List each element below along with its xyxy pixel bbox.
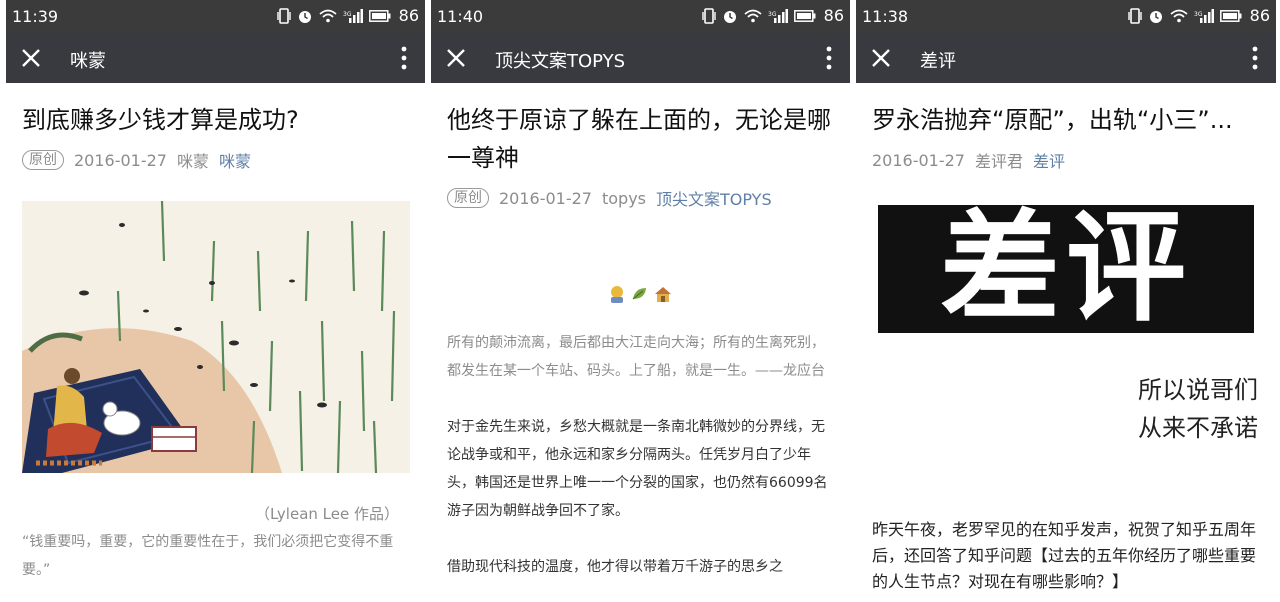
article-quote: “钱重要吗，重要，它的重要性在于，我们必须把它变得不重要。” <box>22 534 394 578</box>
phone-screen-1: 11:39 3G 86 咪蒙 到底赚多少钱才算是成功? 原创 2016-01-2… <box>6 0 425 602</box>
battery-level: 86 <box>1249 6 1270 25</box>
article-content: 罗永浩抛弃“原配”，出轨“小三”... 2016-01-27 差评君 差评 差评… <box>856 101 1276 595</box>
battery-level: 86 <box>398 6 419 25</box>
article-paragraph-2: 对于金先生来说，乡愁大概就是一条南北韩微妙的分界线，无论战争或和平，他永远和家乡… <box>447 419 828 519</box>
article-content: 到底赚多少钱才算是成功? 原创 2016-01-27 咪蒙 咪蒙 （Lylean… <box>6 101 425 584</box>
article-content: 他终于原谅了躲在上面的，无论是哪一尊神 原创 2016-01-27 topys … <box>431 101 850 581</box>
nav-title: 咪蒙 <box>70 51 106 72</box>
status-bar: 11:40 3G 86 <box>431 0 850 33</box>
house-emoji-icon <box>654 287 671 302</box>
status-bar: 11:39 3G 86 <box>6 0 425 33</box>
hero-line-2: 从来不承诺 <box>1138 414 1258 442</box>
chaping-logo-text: 差评 <box>940 199 1192 338</box>
alarm-icon <box>723 10 736 23</box>
more-options-icon[interactable] <box>1252 46 1258 70</box>
nav-bar: 咪蒙 <box>6 33 425 83</box>
more-options-icon[interactable] <box>826 46 832 70</box>
article-author: topys <box>601 188 647 208</box>
vibrate-icon <box>701 7 716 24</box>
alarm-icon <box>298 10 311 23</box>
signal-icon: 3G <box>343 8 363 23</box>
status-icons: 3G 86 <box>701 6 844 25</box>
nav-title: 差评 <box>920 51 956 72</box>
phone-screen-3: 11:38 3G 86 差评 罗永浩抛弃“原配”，出轨“小三”... 2016-… <box>856 0 1276 602</box>
battery-icon <box>368 9 391 22</box>
article-illustration <box>22 201 410 473</box>
phone-screen-2: 11:40 3G 86 顶尖文案TOPYS 他终于原谅了躲在上面的，无论是哪一尊… <box>431 0 850 602</box>
article-paragraph-3: 借助现代科技的温度，他才得以带着万千游子的思乡之 <box>447 559 783 575</box>
wifi-icon <box>319 9 337 22</box>
article-author: 差评君 <box>974 152 1023 171</box>
close-icon[interactable] <box>445 47 467 69</box>
article-meta: 原创 2016-01-27 咪蒙 咪蒙 <box>22 147 409 173</box>
account-link[interactable]: 咪蒙 <box>219 148 251 172</box>
article-date: 2016-01-27 <box>74 150 167 170</box>
status-time: 11:40 <box>437 7 484 26</box>
signal-icon: 3G <box>768 8 788 23</box>
battery-icon <box>1219 9 1242 22</box>
chaping-logo-image: 差评 <box>872 191 1260 341</box>
illustration-caption: （Lylean Lee 作品） <box>254 505 399 523</box>
more-options-icon[interactable] <box>401 46 407 70</box>
article-title: 他终于原谅了躲在上面的，无论是哪一尊神 <box>447 106 831 172</box>
status-bar: 11:38 3G 86 <box>856 0 1276 33</box>
article-meta: 原创 2016-01-27 topys 顶尖文案TOPYS <box>447 185 834 211</box>
article-date: 2016-01-27 <box>872 150 965 170</box>
alarm-icon <box>1149 10 1162 23</box>
close-icon[interactable] <box>20 47 42 69</box>
person-emoji-icon <box>611 286 624 303</box>
wifi-icon <box>1170 9 1188 22</box>
emoji-row <box>447 285 834 309</box>
article-paragraph: 昨天午夜，老罗罕见的在知乎发声，祝贺了知乎五周年后，还回答了知乎问题【过去的五年… <box>872 520 1257 591</box>
leaves-emoji-icon <box>632 288 646 300</box>
hero-line-1: 所以说哥们 <box>1138 376 1258 404</box>
article-title: 到底赚多少钱才算是成功? <box>22 106 299 134</box>
status-time: 11:38 <box>862 7 909 26</box>
signal-icon: 3G <box>1194 8 1214 23</box>
article-author: 咪蒙 <box>176 152 209 171</box>
vibrate-icon <box>1127 7 1142 24</box>
wifi-icon <box>744 9 762 22</box>
close-icon[interactable] <box>870 47 892 69</box>
battery-level: 86 <box>823 6 844 25</box>
status-icons: 3G 86 <box>1127 6 1270 25</box>
article-date: 2016-01-27 <box>499 188 592 208</box>
vibrate-icon <box>276 7 291 24</box>
status-icons: 3G 86 <box>276 6 419 25</box>
hero-text: 所以说哥们 从来不承诺 <box>872 371 1260 447</box>
article-title: 罗永浩抛弃“原配”，出轨“小三”... <box>872 106 1233 134</box>
article-meta: 2016-01-27 差评君 差评 <box>872 147 1260 173</box>
battery-icon <box>793 9 816 22</box>
status-time: 11:39 <box>12 7 59 26</box>
account-link[interactable]: 顶尖文案TOPYS <box>656 186 772 210</box>
original-tag: 原创 <box>447 188 489 208</box>
svg-text:3G: 3G <box>768 11 777 18</box>
account-link[interactable]: 差评 <box>1033 148 1065 172</box>
nav-bar: 差评 <box>856 33 1276 83</box>
nav-title: 顶尖文案TOPYS <box>495 51 626 72</box>
article-paragraph-1: 所有的颠沛流离，最后都由大江走向大海；所有的生离死别，都发生在某一个车站、码头。… <box>447 335 825 379</box>
original-tag: 原创 <box>22 150 64 170</box>
svg-text:3G: 3G <box>343 11 352 18</box>
svg-text:3G: 3G <box>1194 11 1203 18</box>
nav-bar: 顶尖文案TOPYS <box>431 33 850 83</box>
